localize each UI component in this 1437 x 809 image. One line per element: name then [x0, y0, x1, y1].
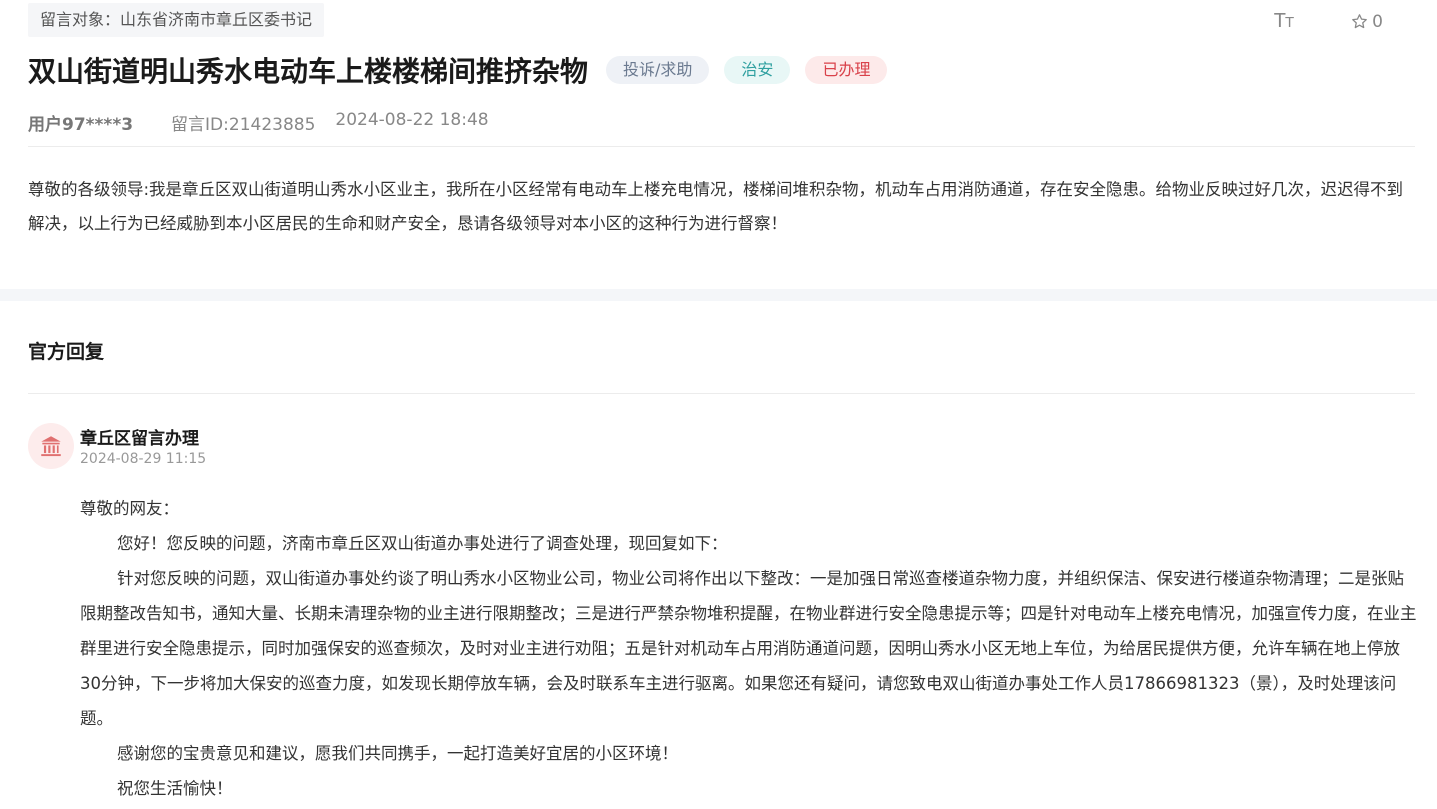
type-badge: 治安 — [724, 56, 791, 84]
reply-department: 章丘区留言办理 — [80, 429, 199, 449]
message-meta: 用户97****3 留言ID:21423885 2024-08-22 18:48 — [28, 110, 489, 135]
message-id: 留言ID:21423885 — [171, 115, 316, 135]
title-row: 双山街道明山秀水电动车上楼楼梯间推挤杂物 投诉/求助 治安 已办理 — [28, 50, 902, 90]
message-title: 双山街道明山秀水电动车上楼楼梯间推挤杂物 — [28, 55, 589, 88]
reply-paragraph: 您好！您反映的问题，济南市章丘区双山街道办事处进行了调查处理，现回复如下： — [117, 534, 728, 553]
divider — [28, 393, 1415, 394]
reply-time: 2024-08-29 11:15 — [80, 451, 207, 467]
category-badge: 投诉/求助 — [606, 56, 710, 84]
favorite-button[interactable]: 0 — [1351, 12, 1383, 32]
avatar — [28, 423, 74, 469]
message-target-label: 留言对象：山东省济南市章丘区委书记 — [28, 3, 325, 37]
reply-greeting: 尊敬的网友： — [80, 499, 179, 518]
section-separator — [0, 289, 1437, 301]
government-building-icon — [41, 436, 61, 457]
reply-paragraph: 针对您反映的问题，双山街道办事处约谈了明山秀水小区物业公司，物业公司将作出以下整… — [80, 569, 1417, 728]
reply-paragraph: 感谢您的宝贵意见和建议，愿我们共同携手，一起打造美好宜居的小区环境！ — [117, 744, 678, 763]
reply-body: 尊敬的网友： 您好！您反映的问题，济南市章丘区双山街道办事处进行了调查处理，现回… — [80, 491, 1420, 806]
official-reply-heading: 官方回复 — [28, 341, 105, 363]
favorite-count: 0 — [1372, 11, 1383, 32]
status-badge: 已办理 — [805, 56, 888, 84]
message-date: 2024-08-22 18:48 — [335, 110, 489, 130]
divider — [28, 146, 1415, 147]
font-size-icon[interactable]: TT — [1274, 10, 1294, 33]
reply-closing: 祝您生活愉快！ — [117, 779, 233, 798]
star-outline-icon — [1352, 14, 1368, 29]
toolbar: TT 0 — [1274, 10, 1383, 33]
user-name: 用户97****3 — [28, 115, 134, 135]
message-content: 尊敬的各级领导:我是章丘区双山街道明山秀水小区业主，我所在小区经常有电动车上楼充… — [28, 180, 1404, 233]
